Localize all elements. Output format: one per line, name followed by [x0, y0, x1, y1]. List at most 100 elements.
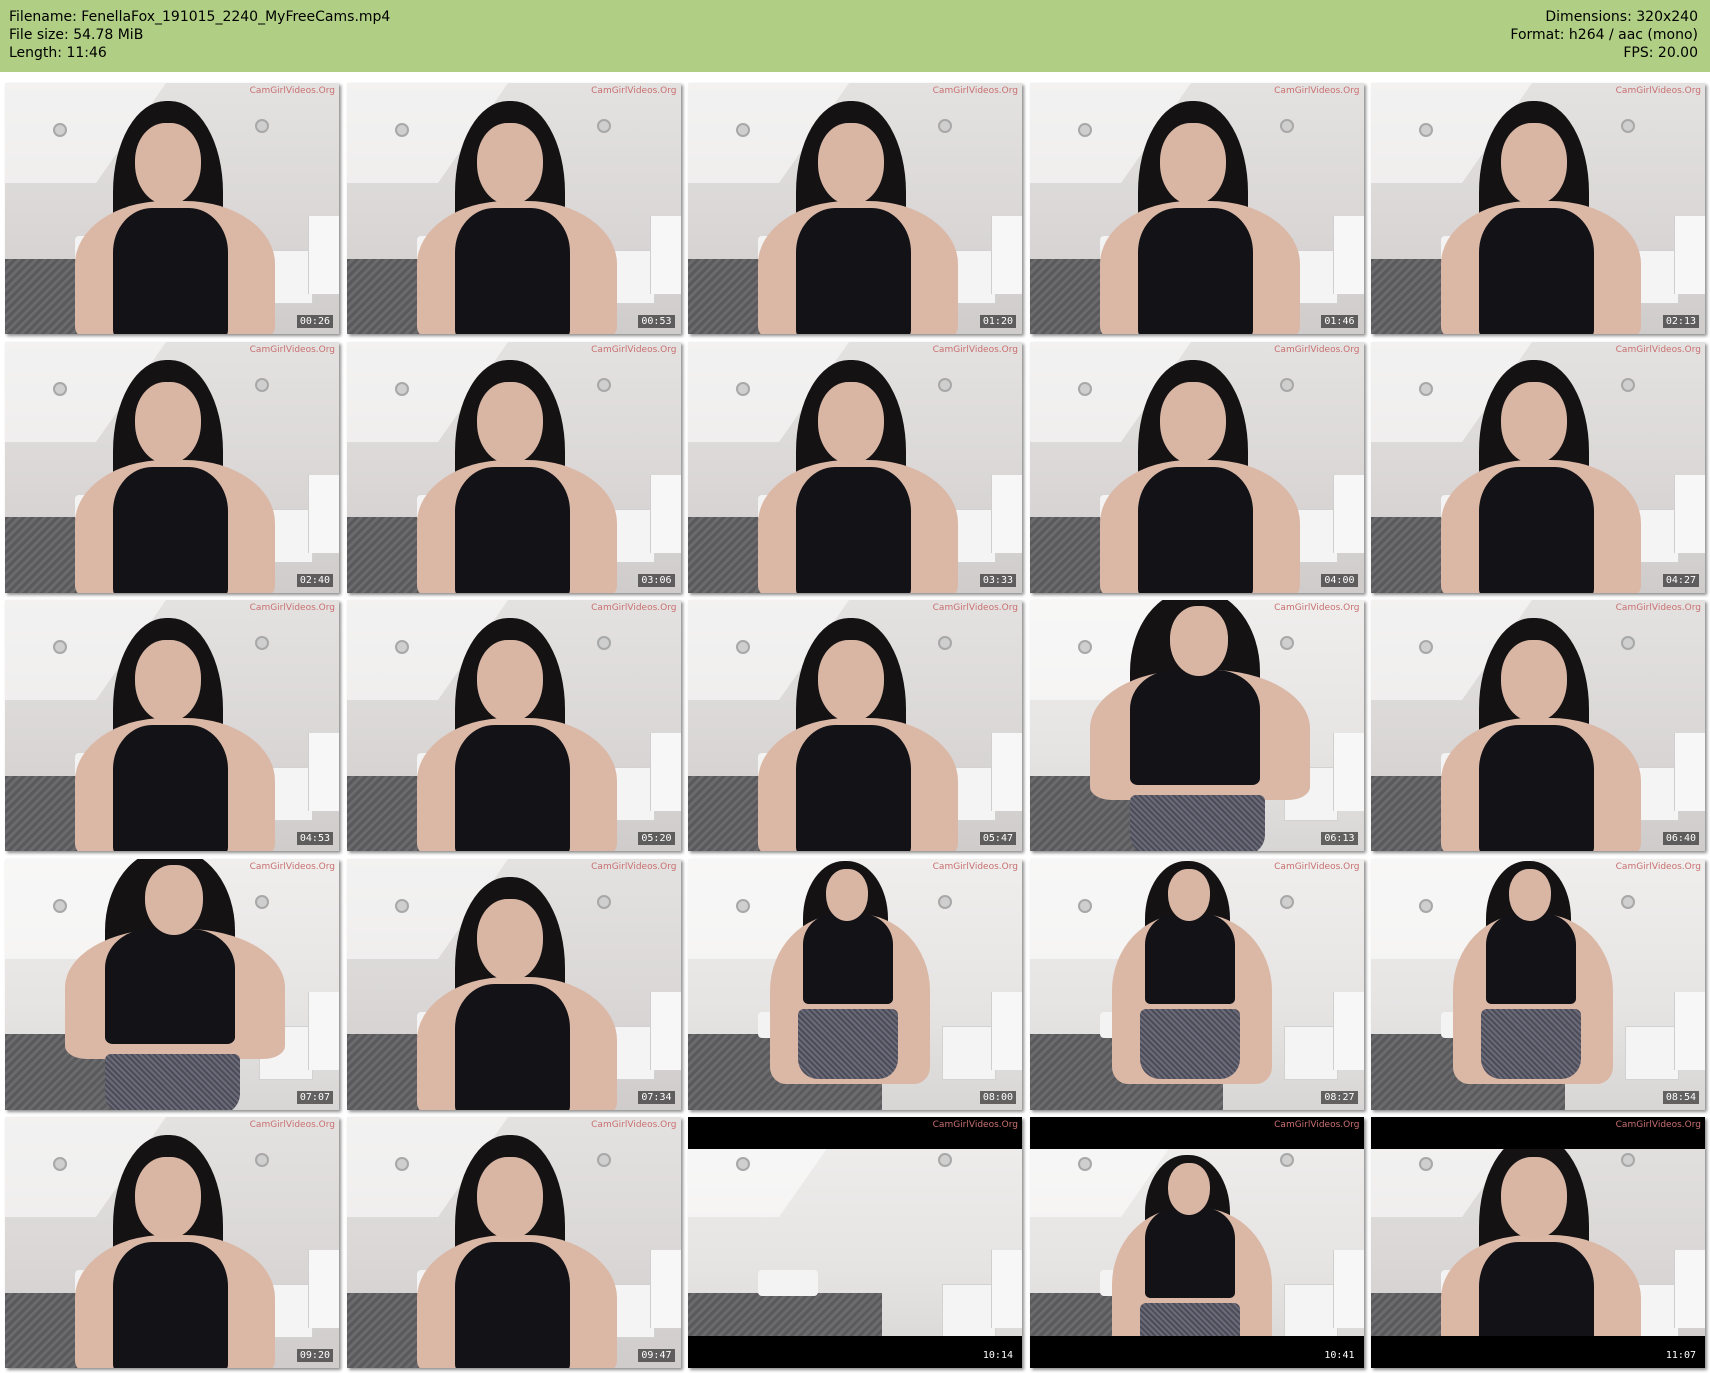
video-thumbnail[interactable]: CamGirlVideos.Org 07:34 [346, 858, 681, 1110]
face [1501, 381, 1567, 464]
radiator [1332, 733, 1364, 811]
watermark-text: CamGirlVideos.Org [591, 603, 677, 613]
face [818, 123, 884, 205]
black-top [1144, 913, 1235, 1004]
video-thumbnail[interactable]: CamGirlVideos.Org 04:00 [1029, 341, 1364, 593]
video-thumbnail[interactable]: CamGirlVideos.Org 04:53 [5, 600, 339, 851]
timestamp-label: 04:53 [296, 832, 333, 845]
timestamp-label: 08:00 [979, 1090, 1016, 1104]
letterbox-bar-bottom [688, 1336, 1022, 1368]
black-top [454, 1242, 570, 1368]
watermark-text: CamGirlVideos.Org [249, 1120, 335, 1130]
wall-lamp-icon [53, 381, 67, 396]
face [1159, 123, 1226, 205]
timestamp-label: 07:07 [296, 1090, 333, 1104]
face [1167, 1163, 1210, 1215]
video-thumbnail[interactable]: CamGirlVideos.Org 04:27 [1371, 341, 1705, 593]
wall-lamp-icon [596, 636, 611, 650]
watermark-text: CamGirlVideos.Org [1274, 86, 1360, 96]
watermark-text: CamGirlVideos.Org [1615, 603, 1701, 613]
face [476, 381, 543, 464]
radiator [649, 474, 681, 553]
wall-lamp-icon [1621, 636, 1635, 650]
face [1501, 640, 1567, 722]
pillow [758, 1270, 818, 1296]
shorts [1129, 795, 1265, 851]
wall-lamp-icon [1077, 123, 1092, 137]
face [818, 640, 884, 722]
radiator [991, 733, 1022, 811]
video-thumbnail[interactable]: CamGirlVideos.Org 10:14 [688, 1117, 1022, 1368]
face [135, 1157, 201, 1239]
video-thumbnail[interactable]: CamGirlVideos.Org 01:46 [1029, 83, 1364, 334]
black-top [454, 983, 570, 1110]
video-thumbnail[interactable]: CamGirlVideos.Org 06:40 [1371, 600, 1705, 851]
video-thumbnail[interactable]: CamGirlVideos.Org 02:13 [1371, 83, 1705, 334]
video-thumbnail[interactable]: CamGirlVideos.Org 01:20 [688, 83, 1022, 334]
wall-lamp-icon [1279, 894, 1294, 909]
timestamp-label: 09:47 [638, 1349, 675, 1362]
video-thumbnail[interactable]: CamGirlVideos.Org 02:40 [5, 341, 339, 593]
face [1169, 606, 1228, 676]
radiator [991, 474, 1022, 553]
wall-lamp-icon [1621, 894, 1635, 909]
wall-lamp-icon [394, 123, 409, 137]
wall-lamp-icon [394, 640, 409, 654]
video-thumbnail[interactable]: CamGirlVideos.Org 08:00 [688, 858, 1022, 1110]
timestamp-label: 03:06 [638, 573, 675, 587]
radiator [1674, 474, 1705, 553]
video-thumbnail[interactable]: CamGirlVideos.Org 05:47 [688, 600, 1022, 851]
watermark-text: CamGirlVideos.Org [1274, 1120, 1360, 1130]
wall-lamp-icon [1419, 640, 1433, 654]
wall-lamp-icon [938, 894, 952, 909]
wall-lamp-icon [1279, 377, 1294, 392]
video-thumbnail[interactable]: CamGirlVideos.Org 07:07 [5, 858, 339, 1110]
video-thumbnail[interactable]: CamGirlVideos.Org 08:27 [1029, 858, 1364, 1110]
wall-lamp-icon [255, 377, 269, 392]
shorts [105, 1053, 240, 1110]
video-thumbnail[interactable]: CamGirlVideos.Org 05:20 [346, 600, 681, 851]
radiator [1674, 991, 1705, 1070]
timestamp-label: 05:20 [638, 832, 675, 845]
timestamp-label: 10:14 [979, 1349, 1016, 1362]
black-top [1137, 208, 1253, 334]
video-thumbnail[interactable]: CamGirlVideos.Org 06:13 [1029, 600, 1364, 851]
black-top [796, 208, 911, 334]
file-info-left: Filename: FenellaFox_191015_2240_MyFreeC… [9, 8, 390, 62]
wall-lamp-icon [255, 1153, 269, 1167]
video-thumbnail[interactable]: CamGirlVideos.Org 03:06 [346, 341, 681, 593]
watermark-text: CamGirlVideos.Org [591, 1120, 677, 1130]
wall-lamp-icon [255, 119, 269, 133]
video-thumbnail[interactable]: CamGirlVideos.Org 11:07 [1371, 1117, 1705, 1368]
wall-lamp-icon [596, 1153, 611, 1167]
video-thumbnail[interactable]: CamGirlVideos.Org 00:53 [346, 83, 681, 334]
timestamp-label: 09:20 [296, 1349, 333, 1362]
timestamp-label: 08:54 [1662, 1090, 1699, 1104]
watermark-text: CamGirlVideos.Org [1274, 603, 1360, 613]
radiator [649, 991, 681, 1070]
black-top [113, 1242, 228, 1368]
watermark-text: CamGirlVideos.Org [591, 344, 677, 355]
length-text: Length: 11:46 [9, 45, 107, 61]
wall-lamp-icon [736, 1157, 750, 1171]
wall-lamp-icon [53, 640, 67, 654]
timestamp-label: 11:07 [1662, 1349, 1699, 1362]
shorts [798, 1008, 898, 1079]
wall-lamp-icon [596, 377, 611, 392]
info-header: Filename: FenellaFox_191015_2240_MyFreeC… [0, 0, 1710, 72]
face [1159, 381, 1226, 464]
nightstand [1283, 1284, 1338, 1338]
watermark-text: CamGirlVideos.Org [932, 603, 1018, 613]
wall-lamp-icon [1077, 381, 1092, 396]
watermark-text: CamGirlVideos.Org [249, 603, 335, 613]
wall-lamp-icon [1419, 898, 1433, 913]
video-thumbnail[interactable]: CamGirlVideos.Org 09:47 [346, 1117, 681, 1368]
wall-lamp-icon [53, 123, 67, 137]
video-thumbnail[interactable]: CamGirlVideos.Org 10:41 [1029, 1117, 1364, 1368]
video-thumbnail[interactable]: CamGirlVideos.Org 09:20 [5, 1117, 339, 1368]
wall-lamp-icon [736, 898, 750, 913]
video-thumbnail[interactable]: CamGirlVideos.Org 00:26 [5, 83, 339, 334]
video-thumbnail[interactable]: CamGirlVideos.Org 08:54 [1371, 858, 1705, 1110]
black-top [113, 725, 228, 851]
video-thumbnail[interactable]: CamGirlVideos.Org 03:33 [688, 341, 1022, 593]
